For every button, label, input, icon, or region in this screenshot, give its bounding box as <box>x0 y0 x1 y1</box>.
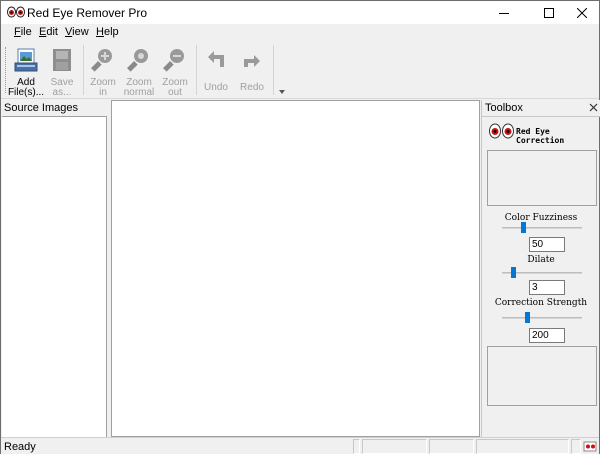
zoom-out-button[interactable]: Zoom out <box>158 45 192 99</box>
resize-grip-icon[interactable] <box>583 440 597 453</box>
preview-box-bottom <box>487 346 597 406</box>
red-eyes-icon <box>489 123 514 139</box>
source-images-header: Source Images <box>2 100 107 117</box>
menu-bar: File Edit View Help <box>1 24 599 41</box>
save-as-button[interactable]: Save as... <box>45 45 79 99</box>
preview-box-top <box>487 150 597 206</box>
slider-track <box>502 227 582 229</box>
zoom-in-icon <box>91 49 112 72</box>
dilate-label: Dilate <box>527 255 555 265</box>
title-bar[interactable]: Red Eye Remover Pro <box>1 1 599 24</box>
redo-icon <box>244 55 260 67</box>
save-icon <box>53 49 71 71</box>
maximize-button[interactable] <box>532 1 566 24</box>
redo-label: Redo <box>240 82 264 93</box>
toolbar: Add File(s)... Save as... Zoom in Zoom n… <box>1 41 599 99</box>
color-fuzziness-slider[interactable] <box>502 222 582 234</box>
undo-button[interactable]: Undo <box>199 45 233 99</box>
toolbar-overflow-icon[interactable] <box>278 89 286 95</box>
add-files-button[interactable]: Add File(s)... <box>8 45 44 99</box>
status-segment <box>429 439 474 454</box>
menu-file[interactable]: File <box>14 26 32 38</box>
save-as-label: Save as... <box>50 77 74 98</box>
toolbar-separator <box>273 45 274 95</box>
close-button[interactable] <box>565 1 599 24</box>
toolbox-panel: Toolbox Red Eye Correction Color Fuzzine… <box>481 100 600 437</box>
app-window: Red Eye Remover Pro File Edit View Help <box>0 0 600 454</box>
minimize-icon <box>499 12 509 14</box>
zoom-normal-icon <box>127 49 148 72</box>
toolbox-header: Toolbox <box>482 100 600 117</box>
window-title: Red Eye Remover Pro <box>27 6 148 20</box>
source-images-panel[interactable]: Source Images <box>2 100 107 437</box>
menu-view[interactable]: View <box>65 26 89 38</box>
maximize-icon <box>544 7 554 18</box>
red-eye-correction-title: Red Eye Correction <box>487 120 597 148</box>
image-canvas[interactable] <box>111 100 480 437</box>
status-segment <box>571 439 581 454</box>
status-segment <box>476 439 569 454</box>
slider-thumb[interactable] <box>521 222 526 233</box>
slider-thumb[interactable] <box>511 267 516 278</box>
add-files-icon <box>14 48 38 72</box>
toolbox-close-icon[interactable] <box>589 103 598 112</box>
slider-track <box>502 317 582 319</box>
zoom-out-icon <box>163 49 184 72</box>
close-icon <box>577 7 587 18</box>
red-eye-app-icon <box>7 6 25 18</box>
redo-button[interactable]: Redo <box>235 45 269 99</box>
status-segment <box>353 439 360 454</box>
color-fuzziness-input[interactable]: 50 <box>529 237 565 252</box>
zoom-normal-button[interactable]: Zoom normal <box>122 45 156 99</box>
status-segment <box>362 439 427 454</box>
status-text: Ready <box>4 441 36 453</box>
menu-edit[interactable]: Edit <box>39 26 58 38</box>
dilate-slider[interactable] <box>502 267 582 279</box>
slider-thumb[interactable] <box>525 312 530 323</box>
correction-title-text: Red Eye Correction <box>516 127 565 145</box>
correction-strength-label: Correction Strength <box>494 298 588 308</box>
dilate-input[interactable]: 3 <box>529 280 565 295</box>
zoom-in-button[interactable]: Zoom in <box>86 45 120 99</box>
correction-strength-slider[interactable] <box>502 312 582 324</box>
status-bar: Ready <box>1 437 599 454</box>
menu-help[interactable]: Help <box>96 26 119 38</box>
zoom-out-label: Zoom out <box>162 77 188 98</box>
undo-icon <box>208 51 224 67</box>
correction-strength-input[interactable]: 200 <box>529 328 565 343</box>
minimize-button[interactable] <box>487 1 521 24</box>
